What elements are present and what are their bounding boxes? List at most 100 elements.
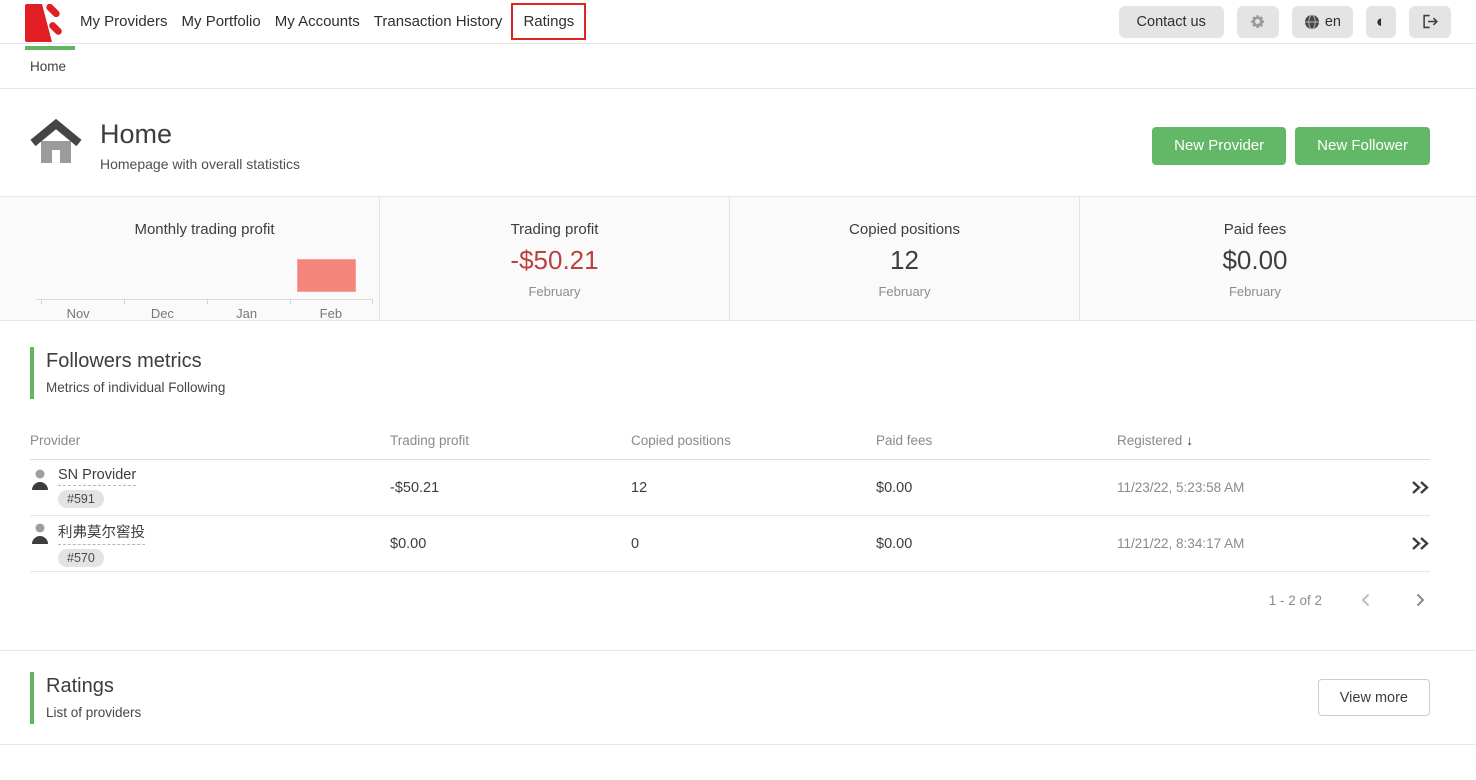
row-expand-button[interactable] bbox=[1390, 536, 1430, 551]
stat-period: February bbox=[380, 284, 729, 299]
chart-x-label-feb: Feb bbox=[289, 306, 373, 321]
contact-us-button[interactable]: Contact us bbox=[1119, 6, 1224, 38]
followers-metrics-heading: Followers metrics Metrics of individual … bbox=[30, 347, 1430, 399]
top-navbar: My Providers My Portfolio My Accounts Tr… bbox=[0, 0, 1476, 44]
stat-value: -$50.21 bbox=[380, 245, 729, 276]
stat-title: Paid fees bbox=[1080, 221, 1430, 238]
avatar-icon bbox=[30, 467, 50, 491]
cell-paid-fees: $0.00 bbox=[876, 536, 1117, 552]
navbar-actions: Contact us en ◐ bbox=[1119, 6, 1451, 38]
page-title: Home bbox=[100, 119, 300, 150]
sort-descending-icon: ↓ bbox=[1186, 432, 1193, 448]
pagination-next-button[interactable] bbox=[1410, 590, 1430, 610]
home-icon bbox=[30, 119, 82, 172]
section-subtitle: List of providers bbox=[46, 705, 141, 720]
page-header: Home Homepage with overall statistics Ne… bbox=[0, 89, 1476, 196]
main-nav: My Providers My Portfolio My Accounts Tr… bbox=[73, 3, 586, 40]
breadcrumb-bar: Home bbox=[0, 44, 1476, 89]
chart-axis-tick bbox=[290, 299, 291, 304]
stat-period: February bbox=[730, 284, 1079, 299]
column-header-provider[interactable]: Provider bbox=[30, 433, 390, 448]
nav-item-transaction-history[interactable]: Transaction History bbox=[367, 5, 510, 38]
theme-contrast-button[interactable]: ◐ bbox=[1366, 6, 1396, 38]
new-provider-button[interactable]: New Provider bbox=[1152, 127, 1286, 165]
nav-item-my-providers[interactable]: My Providers bbox=[73, 5, 175, 38]
cell-trading-profit: -$50.21 bbox=[390, 480, 631, 496]
cell-copied-positions: 12 bbox=[631, 480, 876, 496]
table-row: SN Provider #591 -$50.21 12 $0.00 11/23/… bbox=[30, 460, 1430, 516]
row-expand-button[interactable] bbox=[1390, 480, 1430, 495]
chart-x-label-jan: Jan bbox=[205, 306, 289, 321]
provider-name-link[interactable]: SN Provider bbox=[58, 467, 136, 486]
brand-logo[interactable] bbox=[25, 4, 63, 42]
section-title: Followers metrics bbox=[46, 350, 1430, 373]
nav-item-ratings[interactable]: Ratings bbox=[511, 3, 586, 40]
chart-axis-tick bbox=[207, 299, 208, 304]
provider-cell: 利弗莫尔窖投 #570 bbox=[30, 521, 390, 567]
double-chevron-right-icon bbox=[1411, 480, 1430, 495]
provider-id-badge: #570 bbox=[58, 549, 104, 567]
section-title: Ratings bbox=[46, 675, 141, 698]
section-subtitle: Metrics of individual Following bbox=[46, 380, 1430, 395]
logout-icon bbox=[1422, 14, 1439, 29]
provider-name-link[interactable]: 利弗莫尔窖投 bbox=[58, 521, 145, 545]
cell-paid-fees: $0.00 bbox=[876, 480, 1117, 496]
chart-x-axis-labels: Nov Dec Jan Feb bbox=[36, 306, 373, 321]
chart-bar-feb bbox=[297, 259, 356, 292]
avatar-icon bbox=[30, 521, 50, 545]
cell-registered: 11/23/22, 5:23:58 AM bbox=[1117, 480, 1390, 495]
chart-x-label-nov: Nov bbox=[36, 306, 120, 321]
table-row: 利弗莫尔窖投 #570 $0.00 0 $0.00 11/21/22, 8:34… bbox=[30, 516, 1430, 572]
stat-card-copied-positions: Copied positions 12 February bbox=[730, 197, 1080, 321]
active-brand-underline bbox=[25, 46, 75, 50]
column-header-trading-profit[interactable]: Trading profit bbox=[390, 433, 631, 448]
ratings-heading: Ratings List of providers bbox=[30, 672, 141, 724]
table-header-row: Provider Trading profit Copied positions… bbox=[30, 421, 1430, 460]
header-buttons: New Provider New Follower bbox=[1152, 127, 1430, 165]
chevron-left-icon bbox=[1358, 592, 1374, 608]
stat-card-trading-profit: Trading profit -$50.21 February bbox=[380, 197, 730, 321]
stat-period: February bbox=[1080, 284, 1430, 299]
language-button[interactable]: en bbox=[1292, 6, 1353, 38]
contrast-icon: ◐ bbox=[1376, 13, 1386, 30]
new-follower-button[interactable]: New Follower bbox=[1295, 127, 1430, 165]
chart-axis-tick bbox=[41, 299, 42, 304]
cell-registered: 11/21/22, 8:34:17 AM bbox=[1117, 536, 1390, 551]
chart-plot-area bbox=[36, 238, 373, 300]
column-header-copied-positions[interactable]: Copied positions bbox=[631, 433, 876, 448]
chart-x-label-dec: Dec bbox=[120, 306, 204, 321]
breadcrumb[interactable]: Home bbox=[30, 59, 66, 74]
stat-value: $0.00 bbox=[1080, 245, 1430, 276]
provider-cell: SN Provider #591 bbox=[30, 467, 390, 508]
cell-trading-profit: $0.00 bbox=[390, 536, 631, 552]
chart-axis-tick bbox=[124, 299, 125, 304]
double-chevron-right-icon bbox=[1411, 536, 1430, 551]
cell-copied-positions: 0 bbox=[631, 536, 876, 552]
pagination: 1 - 2 of 2 bbox=[30, 590, 1430, 610]
settings-button[interactable] bbox=[1237, 6, 1279, 38]
followers-table: Provider Trading profit Copied positions… bbox=[30, 421, 1430, 572]
language-label: en bbox=[1325, 14, 1341, 30]
gear-icon bbox=[1249, 13, 1266, 30]
stat-title: Copied positions bbox=[730, 221, 1079, 238]
column-header-registered[interactable]: Registered↓ bbox=[1117, 432, 1390, 448]
view-more-button[interactable]: View more bbox=[1318, 679, 1430, 716]
stat-title: Trading profit bbox=[380, 221, 729, 238]
chart-title: Monthly trading profit bbox=[30, 221, 379, 238]
stat-value: 12 bbox=[730, 245, 1079, 276]
ratings-section: Ratings List of providers View more bbox=[0, 651, 1476, 745]
page-subtitle: Homepage with overall statistics bbox=[100, 156, 300, 172]
pagination-prev-button[interactable] bbox=[1356, 590, 1376, 610]
stats-band: Monthly trading profit Nov Dec Jan Feb T… bbox=[0, 196, 1476, 321]
column-header-paid-fees[interactable]: Paid fees bbox=[876, 433, 1117, 448]
nav-item-my-portfolio[interactable]: My Portfolio bbox=[175, 5, 268, 38]
brand-logo-icon bbox=[25, 4, 63, 42]
chart-axis-tick bbox=[372, 299, 373, 304]
pagination-range-label: 1 - 2 of 2 bbox=[1269, 593, 1322, 608]
nav-item-my-accounts[interactable]: My Accounts bbox=[268, 5, 367, 38]
provider-id-badge: #591 bbox=[58, 490, 104, 508]
logout-button[interactable] bbox=[1409, 6, 1451, 38]
page-title-block: Home Homepage with overall statistics bbox=[100, 119, 300, 171]
stat-card-paid-fees: Paid fees $0.00 February bbox=[1080, 197, 1430, 321]
monthly-trading-profit-chart: Monthly trading profit Nov Dec Jan Feb bbox=[30, 197, 380, 321]
